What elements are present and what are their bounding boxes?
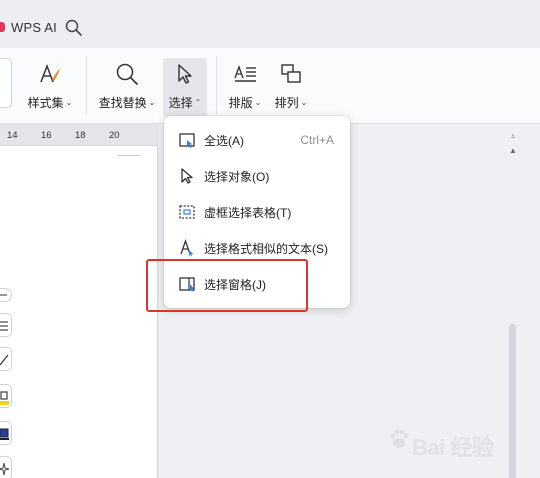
dashed-frame-icon: [179, 205, 195, 219]
chevron-down-icon: ⌄: [65, 98, 73, 107]
document-page[interactable]: [0, 146, 158, 478]
layout-button[interactable]: 排版 ⌄: [224, 58, 266, 118]
shape-tool[interactable]: [0, 421, 12, 445]
watermark-text: Bai 经验: [412, 435, 494, 460]
text-layout-icon: [234, 64, 256, 82]
cursor-arrow-icon: [178, 64, 192, 84]
ruler-tick: 14: [7, 130, 18, 141]
scroll-up-icon[interactable]: ▲: [508, 146, 518, 156]
highlight-annotation-box: [146, 259, 308, 312]
sparkle-icon: [0, 462, 10, 476]
highlighter-icon: [0, 391, 9, 405]
ruler-tick: 18: [75, 130, 86, 141]
scroll-top-icon[interactable]: ⩡: [508, 132, 518, 142]
select-all-icon: [179, 133, 195, 148]
list-format-tool[interactable]: [0, 313, 12, 337]
baidu-paw-icon: [390, 429, 409, 448]
list-icon: [0, 321, 8, 331]
ribbon-divider: [86, 56, 87, 114]
menu-item-label: 全选(A): [204, 133, 244, 148]
menu-item-select-object[interactable]: 选择对象(O): [170, 160, 344, 192]
more-tools[interactable]: [0, 456, 12, 478]
menu-item-select-all[interactable]: 全选(A) Ctrl+A: [170, 124, 344, 156]
pen-tool[interactable]: [0, 347, 12, 371]
chevron-down-icon: ⌄: [300, 98, 308, 107]
baidu-watermark: Bai 经验: [388, 414, 528, 464]
wps-logo-icon: [0, 22, 5, 32]
style-set-icon: [40, 63, 60, 83]
search-icon[interactable]: [64, 18, 84, 38]
cursor-arrow-icon: [181, 168, 193, 184]
wps-ai-button[interactable]: WPS AI: [11, 20, 57, 35]
chevron-up-icon: ⌃: [194, 98, 202, 107]
arrange-label: 排列: [274, 96, 299, 110]
chevron-down-icon: ⌄: [254, 98, 262, 107]
find-replace-label: 查找替换: [98, 96, 147, 110]
menu-item-label: 虚框选择表格(T): [204, 205, 292, 220]
horizontal-ruler: 14 16 18 20: [0, 124, 158, 146]
ruler-tick: 20: [109, 130, 120, 141]
highlighter-tool[interactable]: [0, 384, 12, 408]
menu-item-label: 选择格式相似的文本(S): [204, 241, 328, 256]
style-set-button[interactable]: 样式集 ⌄: [20, 58, 80, 118]
select-button[interactable]: 选择 ⌃: [163, 58, 207, 118]
square-icon: [0, 428, 9, 440]
ribbon-divider: [216, 56, 217, 114]
select-label: 选择: [168, 96, 193, 110]
menu-item-marquee-select-table[interactable]: 虚框选择表格(T): [170, 196, 344, 228]
pen-icon: [0, 354, 9, 366]
shortcut-text: Ctrl+A: [300, 133, 334, 147]
magnifier-icon: [116, 63, 138, 85]
ribbon-scroll-left-button[interactable]: [0, 58, 12, 108]
arrange-button[interactable]: 排列 ⌄: [270, 58, 312, 118]
title-bar: WPS AI: [0, 0, 540, 48]
chevron-down-icon: ⌄: [148, 98, 156, 107]
menu-item-label: 选择对象(O): [204, 169, 270, 184]
layout-label: 排版: [228, 96, 253, 110]
ribbon-toolbar: 样式集⌄ 查找替换⌄ 选择⌃ 排版⌄ 排列⌄ ↘: [0, 48, 540, 169]
ruler-tick: 16: [41, 130, 52, 141]
style-set-label: 样式集: [27, 96, 64, 110]
page-margin-mark: [118, 146, 140, 156]
arrange-icon: [281, 64, 301, 83]
text-format-icon: [180, 239, 194, 257]
find-replace-button[interactable]: 查找替换 ⌄: [94, 58, 160, 118]
minus-icon: [0, 294, 7, 296]
